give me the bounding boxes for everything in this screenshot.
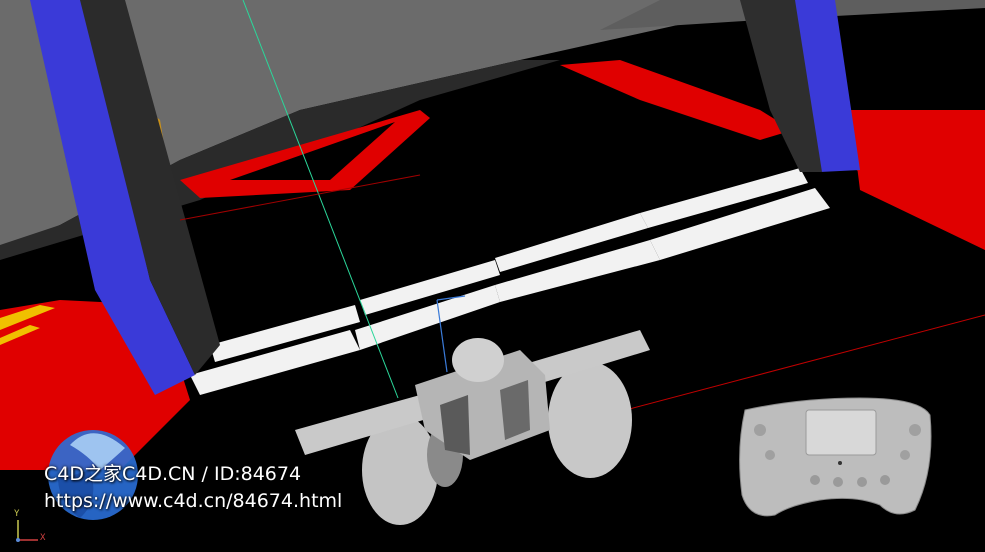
axis-x-label: X — [40, 533, 46, 543]
race-car-model[interactable] — [295, 330, 650, 525]
watermark-title: C4D之家C4D.CN / ID:84674 — [44, 463, 302, 485]
axis-gizmo-icon — [16, 520, 38, 542]
watermark-url: https://www.c4d.cn/84674.html — [44, 490, 343, 512]
track-red-right — [850, 110, 985, 250]
car-cockpit — [452, 338, 504, 382]
car-rear-wheel-right — [548, 362, 632, 478]
car-side-pod-dark-2 — [500, 380, 530, 440]
finish-line-white-5 — [495, 240, 660, 302]
axis-y-label: Y — [14, 509, 20, 519]
steering-wheel-screen — [805, 409, 877, 456]
steering-wheel-icon[interactable] — [739, 397, 932, 517]
3d-viewport[interactable]: C4D之家C4D.CN / ID:84674 https://www.c4d.c… — [0, 0, 985, 552]
